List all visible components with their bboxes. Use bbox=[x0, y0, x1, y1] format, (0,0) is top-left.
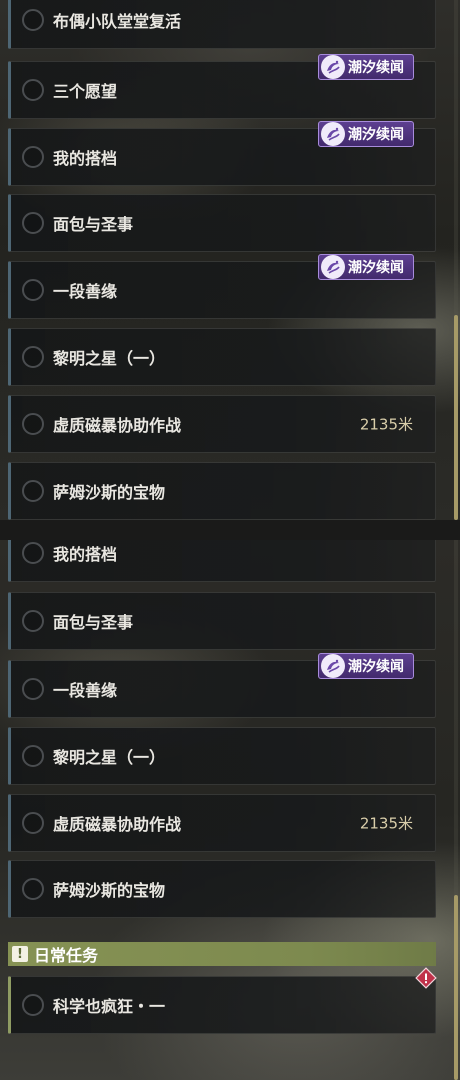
screenshot-divider bbox=[0, 520, 460, 540]
quest-distance: 2135米 bbox=[359, 814, 413, 833]
quest-status-circle bbox=[22, 610, 44, 632]
tidal-swirl-icon bbox=[321, 654, 345, 678]
quest-item[interactable]: 面包与圣事 bbox=[8, 592, 436, 650]
quest-item[interactable]: 黎明之星（一） bbox=[8, 727, 436, 785]
quest-status-circle bbox=[22, 994, 44, 1016]
warning-diamond-icon bbox=[415, 967, 437, 989]
quest-title: 萨姆沙斯的宝物 bbox=[53, 881, 166, 900]
quest-title: 面包与圣事 bbox=[53, 215, 134, 234]
scrollbar-thumb[interactable] bbox=[454, 895, 458, 1080]
tidal-swirl-icon bbox=[321, 55, 345, 79]
quest-item[interactable]: 我的搭档 潮汐续闻 bbox=[8, 540, 436, 582]
quest-status-circle bbox=[22, 878, 44, 900]
quest-status-circle bbox=[22, 542, 44, 564]
quest-item[interactable]: 一段善缘 潮汐续闻 bbox=[8, 254, 436, 319]
tidal-swirl-icon bbox=[321, 122, 345, 146]
tag-label: 潮汐续闻 bbox=[348, 127, 404, 143]
quest-status-circle bbox=[22, 279, 44, 301]
scrollbar-thumb[interactable] bbox=[454, 315, 458, 520]
tidal-news-tag: 潮汐续闻 bbox=[318, 653, 414, 679]
quest-title: 虚质磁暴协助作战 bbox=[53, 416, 182, 435]
quest-status-circle bbox=[22, 146, 44, 168]
quest-title: 黎明之星（一） bbox=[53, 748, 166, 767]
quest-title: 萨姆沙斯的宝物 bbox=[53, 483, 166, 502]
quest-item[interactable]: 布偶小队堂堂复活 bbox=[8, 0, 436, 49]
quest-status-circle bbox=[22, 212, 44, 234]
quest-item[interactable]: 虚质磁暴协助作战 2135米 bbox=[8, 395, 436, 453]
quest-status-circle bbox=[22, 346, 44, 368]
quest-title: 我的搭档 bbox=[53, 545, 118, 564]
quest-title: 科学也疯狂・一 bbox=[53, 997, 166, 1016]
tag-label: 潮汐续闻 bbox=[348, 260, 404, 276]
quest-title: 黎明之星（一） bbox=[53, 349, 166, 368]
quest-item[interactable]: 一段善缘 潮汐续闻 bbox=[8, 653, 436, 718]
quest-status-circle bbox=[22, 413, 44, 435]
quest-title: 面包与圣事 bbox=[53, 613, 134, 632]
quest-item[interactable]: 面包与圣事 bbox=[8, 194, 436, 252]
quest-status-circle bbox=[22, 745, 44, 767]
quest-status-circle bbox=[22, 9, 44, 31]
quest-title: 虚质磁暴协助作战 bbox=[53, 815, 182, 834]
daily-quests-header[interactable]: ! 日常任务 bbox=[8, 942, 436, 966]
quest-distance: 2135米 bbox=[359, 415, 413, 434]
quest-status-circle bbox=[22, 480, 44, 502]
tidal-news-tag: 潮汐续闻 bbox=[318, 121, 414, 147]
quest-title: 三个愿望 bbox=[53, 82, 118, 101]
quest-item[interactable]: 三个愿望 潮汐续闻 bbox=[8, 54, 436, 119]
quest-status-circle bbox=[22, 812, 44, 834]
tidal-news-tag: 潮汐续闻 bbox=[318, 54, 414, 80]
quest-title: 布偶小队堂堂复活 bbox=[53, 12, 182, 31]
daily-quest-item[interactable]: 科学也疯狂・一 bbox=[8, 967, 437, 1034]
quest-item[interactable]: 虚质磁暴协助作战 2135米 bbox=[8, 794, 436, 852]
tidal-news-tag: 潮汐续闻 bbox=[318, 254, 414, 280]
quest-item[interactable]: 萨姆沙斯的宝物 bbox=[8, 462, 436, 520]
quest-item[interactable]: 我的搭档 潮汐续闻 bbox=[8, 121, 436, 186]
quest-status-circle bbox=[22, 79, 44, 101]
section-title: 日常任务 bbox=[34, 946, 99, 965]
tag-label: 潮汐续闻 bbox=[348, 60, 404, 76]
tag-label: 潮汐续闻 bbox=[348, 659, 404, 675]
quest-title: 一段善缘 bbox=[53, 681, 118, 700]
tidal-swirl-icon bbox=[321, 255, 345, 279]
quest-title: 我的搭档 bbox=[53, 149, 118, 168]
quest-list-panel-top: 布偶小队堂堂复活 三个愿望 潮汐续闻 我的搭档 潮汐续闻 面包与圣事 一段善缘 bbox=[0, 0, 460, 520]
quest-status-circle bbox=[22, 678, 44, 700]
quest-title: 一段善缘 bbox=[53, 282, 118, 301]
quest-item[interactable]: 萨姆沙斯的宝物 bbox=[8, 860, 436, 918]
quest-item[interactable]: 黎明之星（一） bbox=[8, 328, 436, 386]
exclamation-icon: ! bbox=[12, 946, 28, 962]
